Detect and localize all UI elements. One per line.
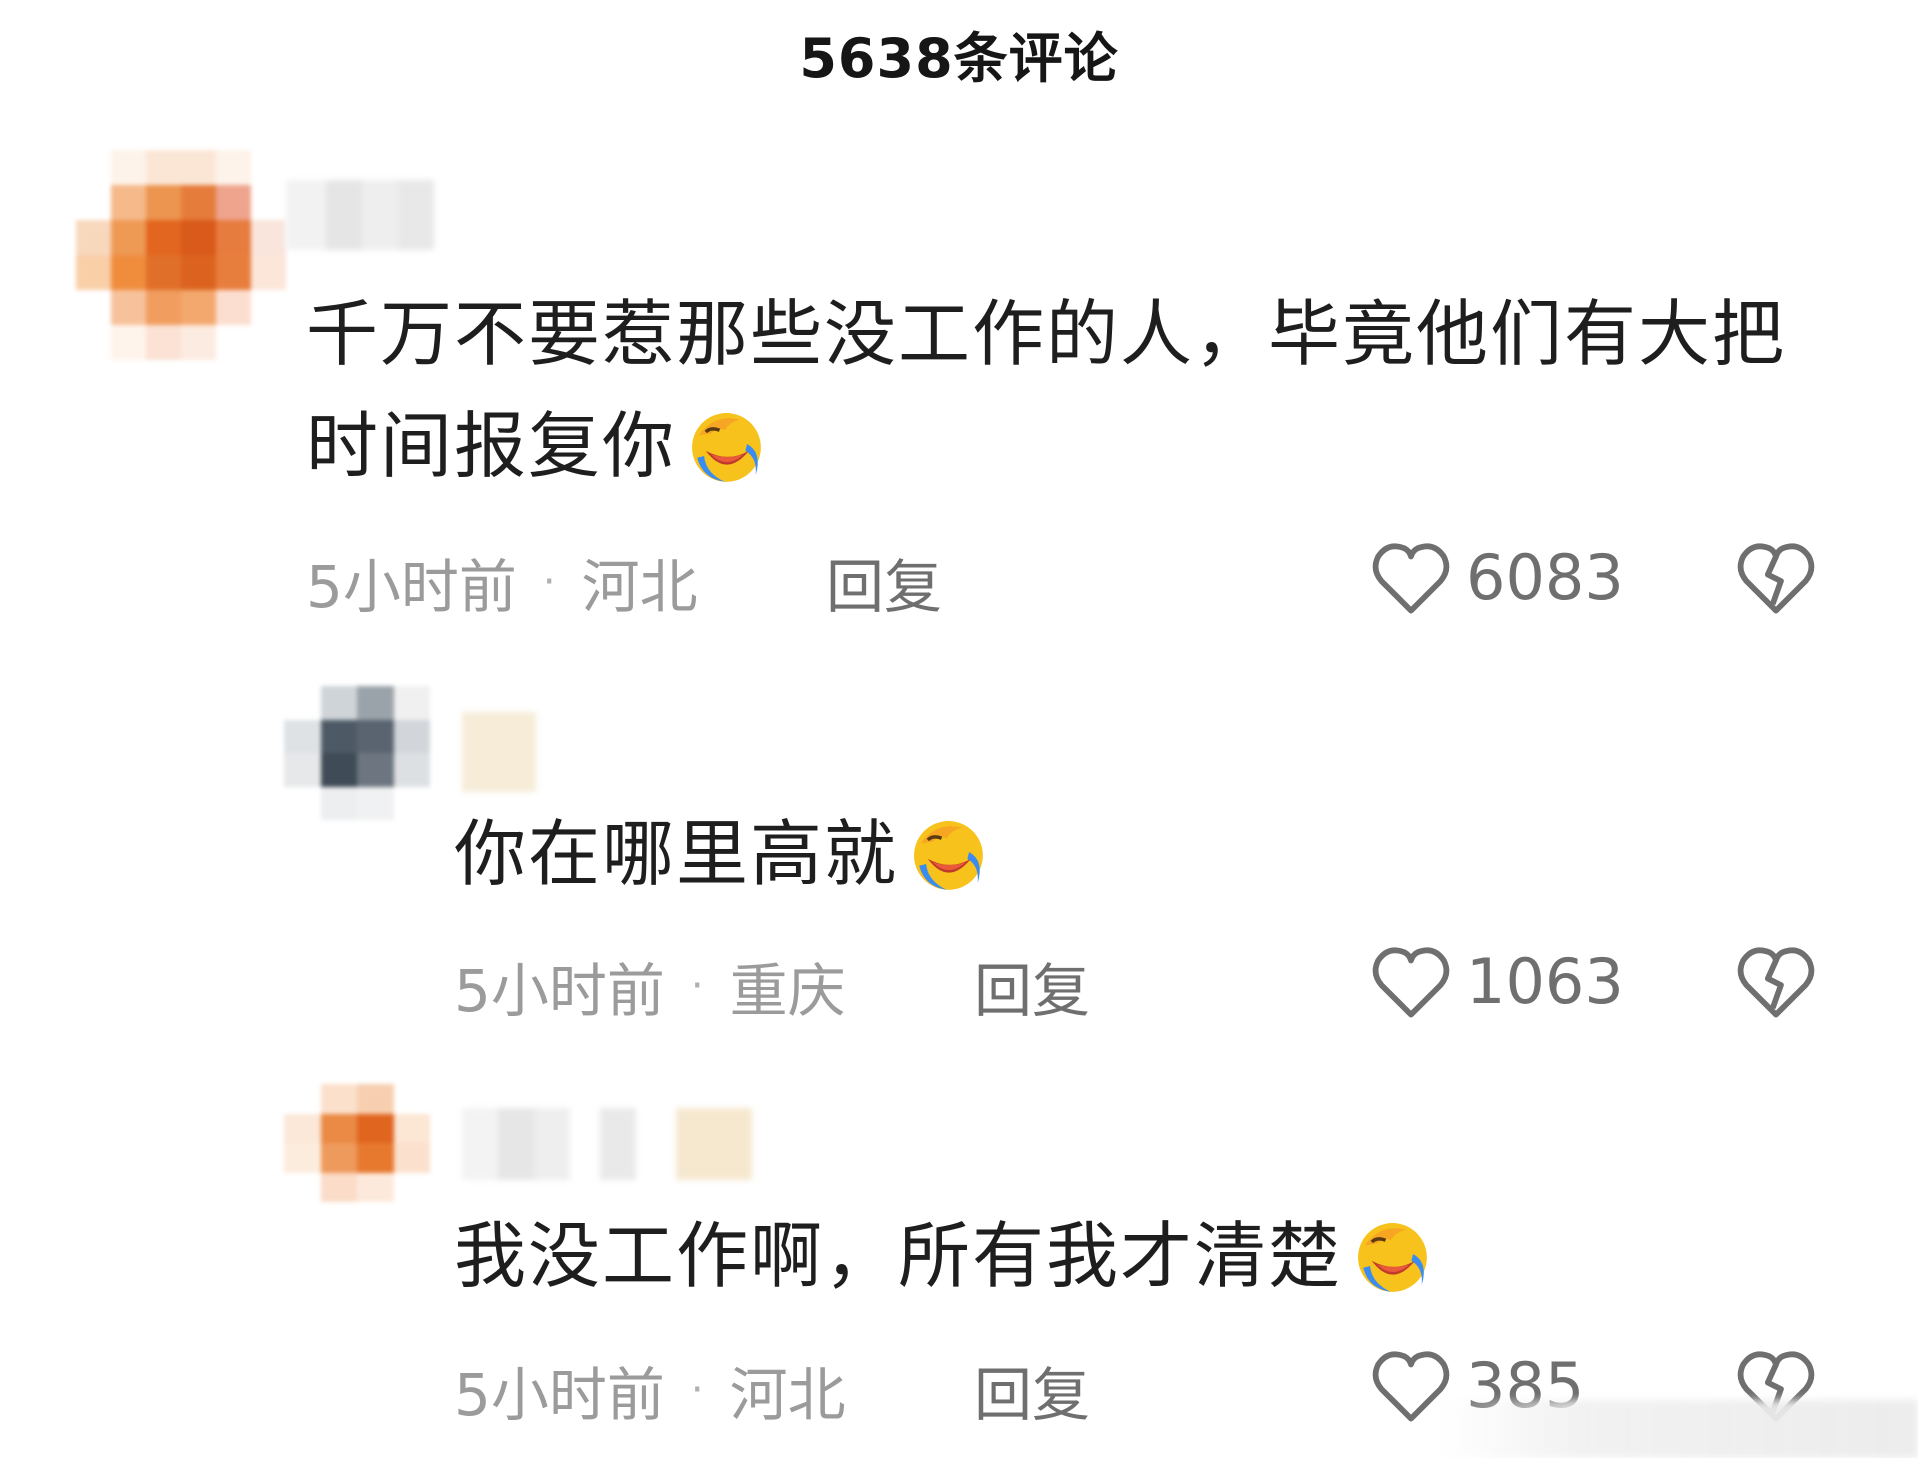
like-count: 6083	[1466, 540, 1624, 614]
reply-button[interactable]: 回复	[974, 944, 1090, 1028]
username-redacted[interactable]	[462, 1108, 752, 1180]
comment-location: 重庆	[729, 957, 846, 1025]
reply-button[interactable]: 回复	[826, 540, 942, 624]
meta-separator: ·	[690, 963, 704, 1009]
comment-time: 5小时前	[454, 1361, 665, 1429]
comment-text: 你在哪里高就	[454, 798, 1854, 910]
comment-text-content: 你在哪里高就	[454, 812, 899, 896]
like-button[interactable]: 1063	[1370, 942, 1624, 1020]
comment-time: 5小时前	[454, 957, 665, 1025]
like-count: 1063	[1466, 944, 1624, 1018]
comment-meta: 5小时前 · 重庆	[454, 944, 846, 1028]
comment-text: 我没工作啊，所有我才清楚	[454, 1200, 1854, 1312]
comment-text: 千万不要惹那些没工作的人，毕竟他们有大把 时间报复你	[306, 278, 1846, 502]
meta-separator: ·	[690, 1367, 704, 1413]
avatar[interactable]	[284, 686, 430, 820]
comment-time: 5小时前	[306, 553, 517, 621]
comment-meta: 5小时前 · 河北	[454, 1348, 846, 1432]
like-button[interactable]: 6083	[1370, 538, 1624, 616]
heart-outline-icon	[1372, 543, 1450, 614]
heart-outline-icon	[1372, 947, 1450, 1018]
comments-count-title: 5638条评论	[799, 27, 1119, 90]
comment-text-content: 我没工作啊，所有我才清楚	[454, 1214, 1343, 1298]
reply-button[interactable]: 回复	[974, 1348, 1090, 1432]
username-redacted[interactable]	[286, 180, 434, 250]
comment-text-line: 时间报复你	[306, 404, 677, 488]
facepalm-laughing-emoji	[914, 821, 983, 890]
avatar[interactable]	[76, 150, 286, 360]
facepalm-laughing-emoji	[692, 413, 761, 482]
comment-text-line: 千万不要惹那些没工作的人，毕竟他们有大把	[306, 292, 1787, 376]
broken-heart-icon[interactable]	[1735, 942, 1817, 1020]
facepalm-laughing-emoji	[1358, 1223, 1427, 1292]
username-redacted[interactable]	[462, 712, 536, 792]
broken-heart-icon[interactable]	[1735, 538, 1817, 616]
comment-location: 河北	[581, 553, 698, 621]
comment-meta: 5小时前 · 河北	[306, 540, 698, 624]
comment-location: 河北	[729, 1361, 846, 1429]
avatar[interactable]	[284, 1084, 430, 1202]
meta-separator: ·	[542, 559, 556, 605]
watermark-blur	[1440, 1400, 1918, 1458]
